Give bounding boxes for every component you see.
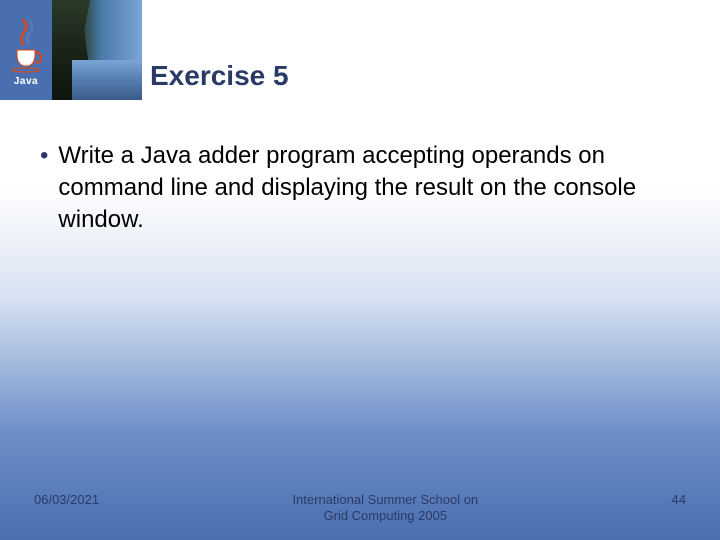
- slide-footer: 06/03/2021 International Summer School o…: [0, 492, 720, 528]
- footer-date: 06/03/2021: [34, 492, 99, 507]
- java-cup-icon: [9, 14, 43, 74]
- java-logo: Java: [0, 0, 52, 100]
- footer-venue: International Summer School on Grid Comp…: [292, 492, 478, 524]
- bullet-item: • Write a Java adder program accepting o…: [40, 140, 680, 236]
- java-logo-text: Java: [14, 76, 38, 87]
- bullet-text: Write a Java adder program accepting ope…: [58, 140, 680, 236]
- cliff-photo: [52, 0, 142, 100]
- footer-venue-line1: International Summer School on: [292, 492, 478, 508]
- footer-venue-line2: Grid Computing 2005: [292, 508, 478, 524]
- slide-body: • Write a Java adder program accepting o…: [40, 140, 680, 236]
- header-logo-strip: Java: [0, 0, 142, 100]
- bullet-dot-icon: •: [40, 140, 48, 172]
- slide-title: Exercise 5: [150, 60, 289, 92]
- footer-page-number: 44: [672, 492, 686, 507]
